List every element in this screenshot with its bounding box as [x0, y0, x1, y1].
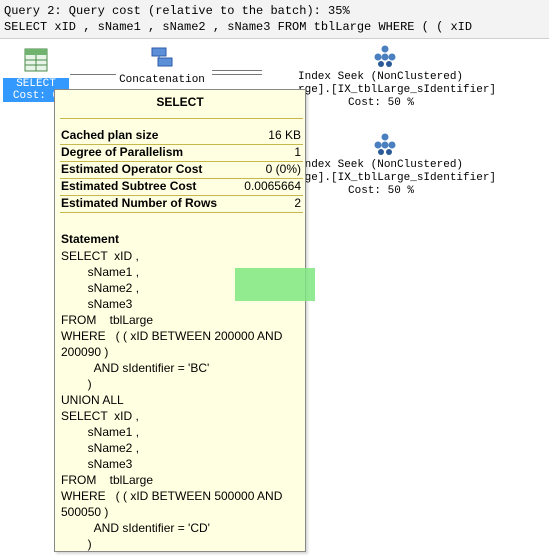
row-value: 2 [294, 196, 301, 210]
concatenation-icon [150, 46, 174, 74]
index-seek-icon [373, 132, 397, 160]
arrow-seek-to-concat [212, 74, 262, 75]
row-label: Cached plan size [61, 128, 159, 142]
row-value: 0 (0%) [265, 162, 301, 176]
row-label: Estimated Number of Rows [61, 196, 218, 210]
index-seek-cost: Cost: 50 % [348, 185, 415, 197]
index-seek-object: rge].[IX_tblLarge_sIdentifier] [298, 84, 497, 96]
row-value: 1 [294, 145, 301, 159]
tooltip-row-estimated-subtree-cost: Estimated Subtree Cost 0.0065664 [61, 179, 301, 195]
row-value: 0.0065664 [244, 179, 301, 193]
row-divider [60, 212, 303, 213]
query-cost-line: Query 2: Query cost (relative to the bat… [4, 4, 350, 18]
arrow-concat-to-select [70, 74, 116, 75]
statement-text: SELECT xID , sName1 , sName2 , sName3 FR… [61, 249, 283, 551]
arrow-seek-to-concat-2 [212, 70, 262, 71]
query-text-line: SELECT xID , sName1 , sName2 , sName3 FR… [4, 20, 473, 34]
concatenation-node[interactable]: Concatenation [112, 46, 212, 86]
index-seek-object: rge].[IX_tblLarge_sIdentifier] [298, 172, 497, 184]
index-seek-icon [373, 44, 397, 72]
select-table-icon [24, 48, 48, 76]
index-seek-cost: Cost: 50 % [348, 97, 415, 109]
select-tooltip: SELECT Cached plan size 16 KB Degree of … [54, 89, 315, 552]
row-label: Estimated Operator Cost [61, 162, 203, 176]
tooltip-title: SELECT [156, 95, 204, 109]
index-seek-title: Index Seek (NonClustered) [298, 159, 464, 171]
tooltip-row-degree-of-parallelism: Degree of Parallelism 1 [61, 145, 301, 161]
index-seek-title: Index Seek (NonClustered) [298, 71, 464, 83]
tooltip-row-cached-plan-size: Cached plan size 16 KB [61, 128, 301, 144]
query-header: Query 2: Query cost (relative to the bat… [0, 0, 549, 39]
tooltip-row-estimated-number-of-rows: Estimated Number of Rows 2 [61, 196, 301, 212]
concatenation-label: Concatenation [119, 74, 205, 86]
tooltip-divider [60, 118, 303, 119]
row-value: 16 KB [268, 128, 301, 142]
statement-title: Statement [61, 232, 120, 246]
row-label: Degree of Parallelism [61, 145, 184, 159]
tooltip-row-estimated-operator-cost: Estimated Operator Cost 0 (0%) [61, 162, 301, 178]
row-label: Estimated Subtree Cost [61, 179, 197, 193]
